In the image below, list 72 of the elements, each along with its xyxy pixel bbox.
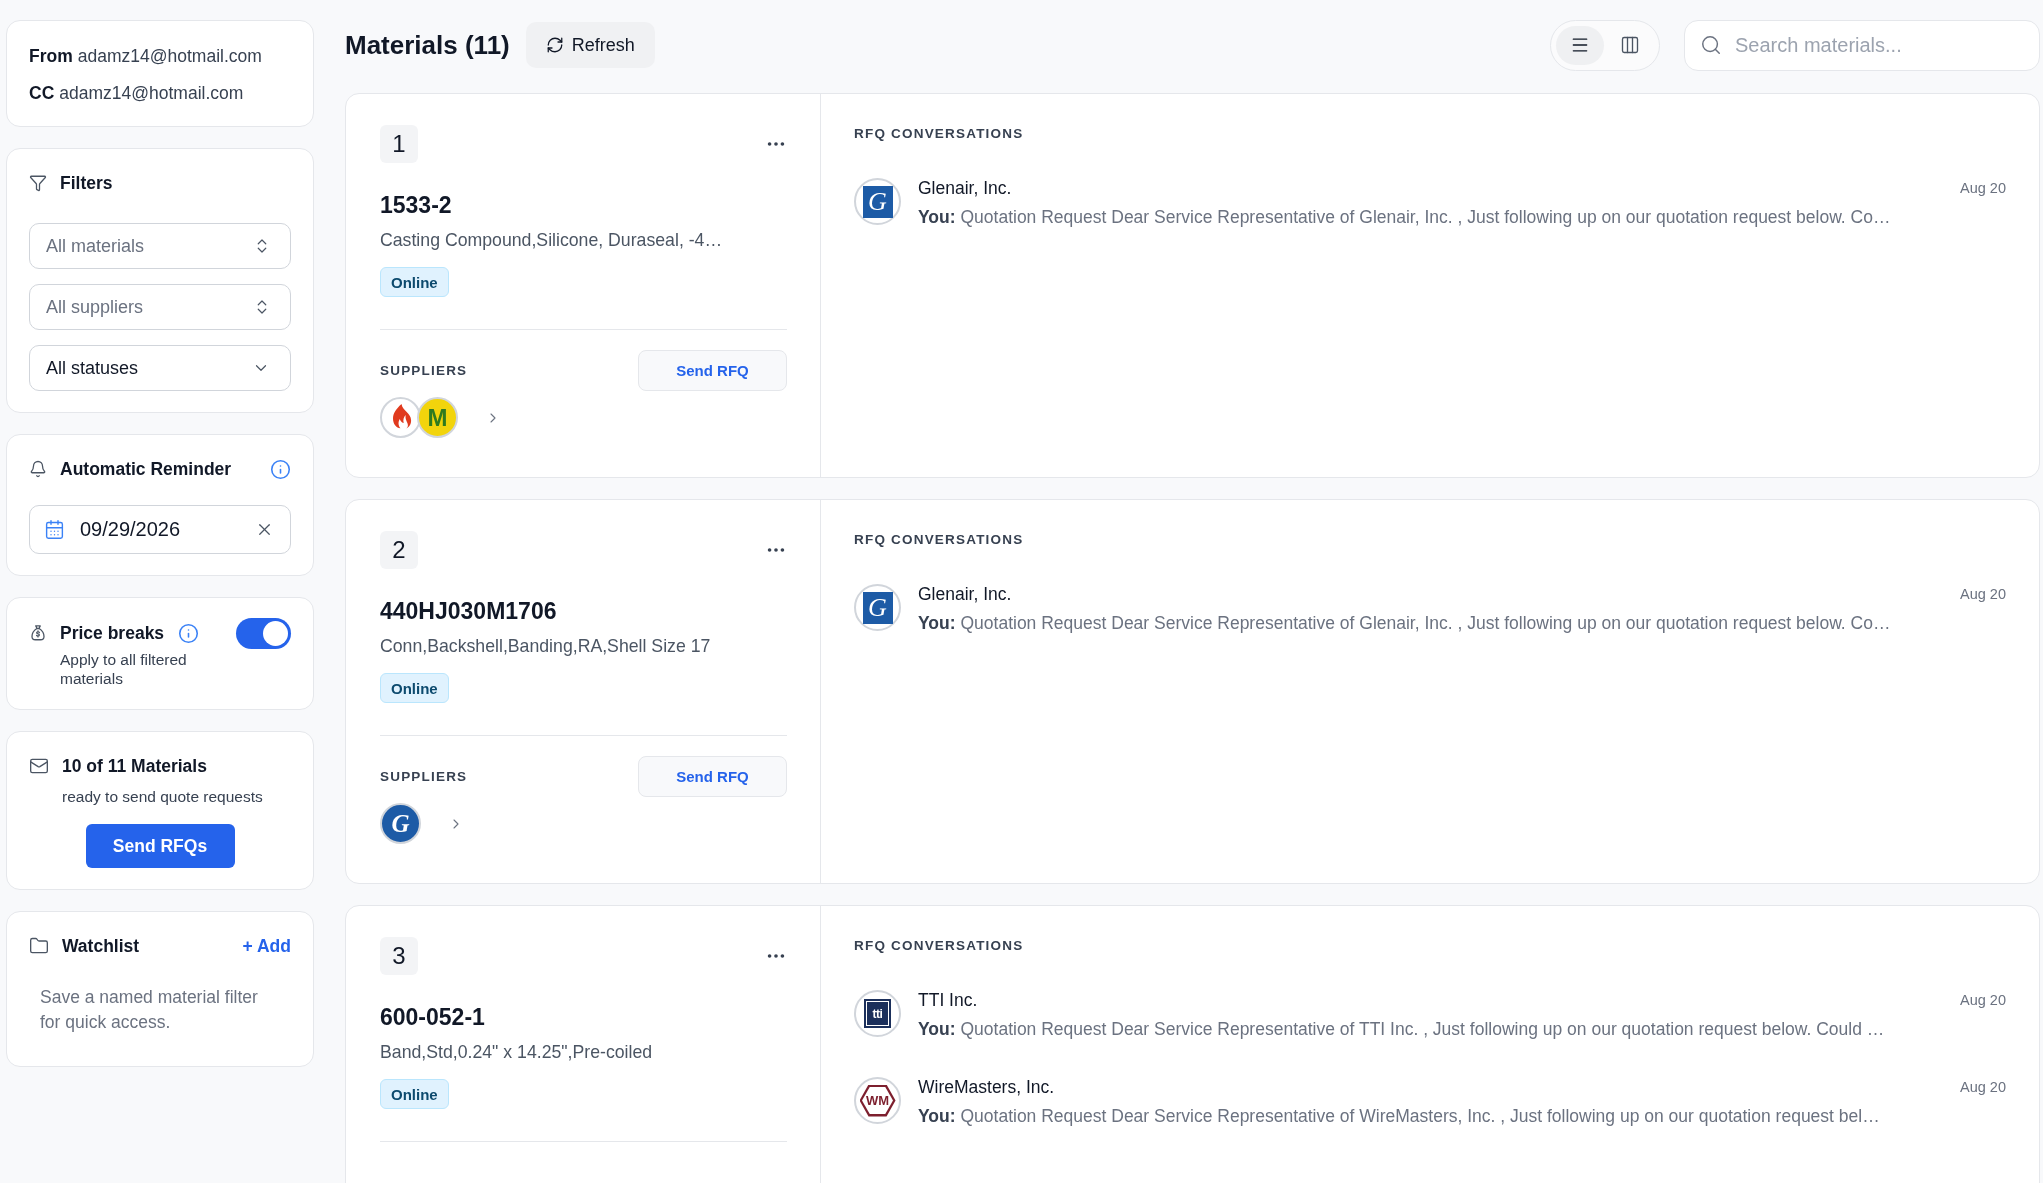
status-badge: Online: [380, 267, 449, 297]
search-field[interactable]: Search materials...: [1684, 19, 2040, 71]
cc-email: adamz14@hotmail.com: [59, 82, 244, 105]
watchlist-title: Watchlist: [62, 935, 140, 957]
status-badge: Online: [380, 1079, 449, 1109]
message-date: Aug 20: [1960, 586, 2006, 602]
supplier-logo: G: [854, 178, 901, 225]
watchlist-empty-text: Save a named material filter for quick access.: [40, 986, 259, 1034]
supplier-name[interactable]: Glenair, Inc.: [918, 177, 1012, 199]
add-link[interactable]: + Add: [242, 935, 291, 957]
select-field[interactable]: All suppliers: [29, 284, 291, 330]
folder-icon: [29, 936, 49, 956]
supplier-logo: G: [854, 584, 901, 631]
section-title: RFQ CONVERSATIONS: [854, 937, 1025, 955]
search-icon: [1700, 34, 1722, 56]
columns-icon: [1620, 35, 1640, 55]
supplier-logo: tti: [854, 990, 901, 1037]
info-icon[interactable]: [178, 622, 200, 644]
select-field[interactable]: All statuses: [29, 345, 291, 391]
supplier-logo[interactable]: G: [380, 803, 421, 844]
summary-subtitle: ready to send quote requests: [62, 787, 264, 806]
message-preview: You: Quotation Request Dear Service Representative of WireMasters, Inc. , Just following up on our quotation request bel…: [918, 1105, 1881, 1127]
part-description: Band,Std,0.24" x 14.25",Pre-coiled: [380, 1041, 654, 1063]
suppliers-label: SUPPLIERS: [380, 769, 468, 784]
flame-icon[interactable]: [380, 397, 421, 438]
bell-icon: [29, 460, 47, 478]
row-number: 1: [380, 125, 418, 163]
reminder-title: Automatic Reminder: [60, 458, 232, 480]
suppliers-label: SUPPLIERS: [380, 363, 468, 378]
row-number: 2: [380, 531, 418, 569]
send-rfq-button[interactable]: Send RFQ: [638, 350, 787, 391]
part-description: Conn,Backshell,Banding,RA,Shell Size 17: [380, 635, 712, 657]
filter-icon: [29, 174, 47, 192]
part-number: 1533-2: [380, 191, 453, 220]
supplier-name[interactable]: WireMasters, Inc.: [918, 1076, 1055, 1098]
part-number: 440HJ030M1706: [380, 597, 558, 626]
refresh-icon: [545, 36, 564, 54]
toggle-switch[interactable]: [236, 618, 291, 649]
supplier-logo: WM: [854, 1077, 901, 1124]
supplier-name[interactable]: TTI Inc.: [918, 989, 978, 1011]
price-breaks-title: Price breaks: [60, 622, 165, 644]
section-title: RFQ CONVERSATIONS: [854, 125, 1025, 143]
message-preview: You: Quotation Request Dear Service Representative of TTI Inc. , Just following up on our quotation request below. Could …: [918, 1018, 1886, 1040]
summary-title: 10 of 11 Materials: [62, 755, 207, 777]
money-bag-icon: [29, 624, 47, 642]
sender-email: adamz14@hotmail.com: [77, 45, 262, 68]
message-date: Aug 20: [1960, 1079, 2006, 1095]
status-badge: Online: [380, 673, 449, 703]
calendar-icon: [44, 519, 65, 540]
filters-title: Filters: [60, 172, 113, 194]
message-preview: You: Quotation Request Dear Service Representative of Glenair, Inc. , Just following up on our quotation request below. Co…: [918, 612, 1892, 634]
list-view-button[interactable]: [1556, 25, 1604, 65]
refresh-button[interactable]: Refresh: [525, 22, 655, 68]
section-title: RFQ CONVERSATIONS: [854, 531, 1025, 549]
supplier-name[interactable]: Glenair, Inc.: [918, 583, 1012, 605]
message-preview: You: Quotation Request Dear Service Representative of Glenair, Inc. , Just following up on our quotation request below. Co…: [918, 206, 1892, 228]
part-number: 600-052-1: [380, 1003, 486, 1032]
message-date: Aug 20: [1960, 992, 2006, 1008]
from-label: From: [29, 45, 73, 68]
date-field[interactable]: 09/29/2026: [29, 505, 291, 554]
send-rfq-button[interactable]: Send RFQ: [638, 756, 787, 797]
message-date: Aug 20: [1960, 180, 2006, 196]
row-number: 3: [380, 937, 418, 975]
cc-label: CC: [29, 82, 55, 105]
page-title: Materials (11): [345, 29, 510, 61]
select-field[interactable]: All materials: [29, 223, 291, 269]
send-rfqs-button[interactable]: Send RFQs: [85, 824, 235, 868]
mail-icon: [29, 756, 49, 776]
supplier-logo[interactable]: M: [417, 397, 458, 438]
info-icon[interactable]: [270, 458, 291, 480]
part-description: Casting Compound,Silicone, Duraseal, -4…: [380, 229, 724, 251]
price-breaks-subtitle: Apply to all filtered materials: [60, 650, 188, 688]
